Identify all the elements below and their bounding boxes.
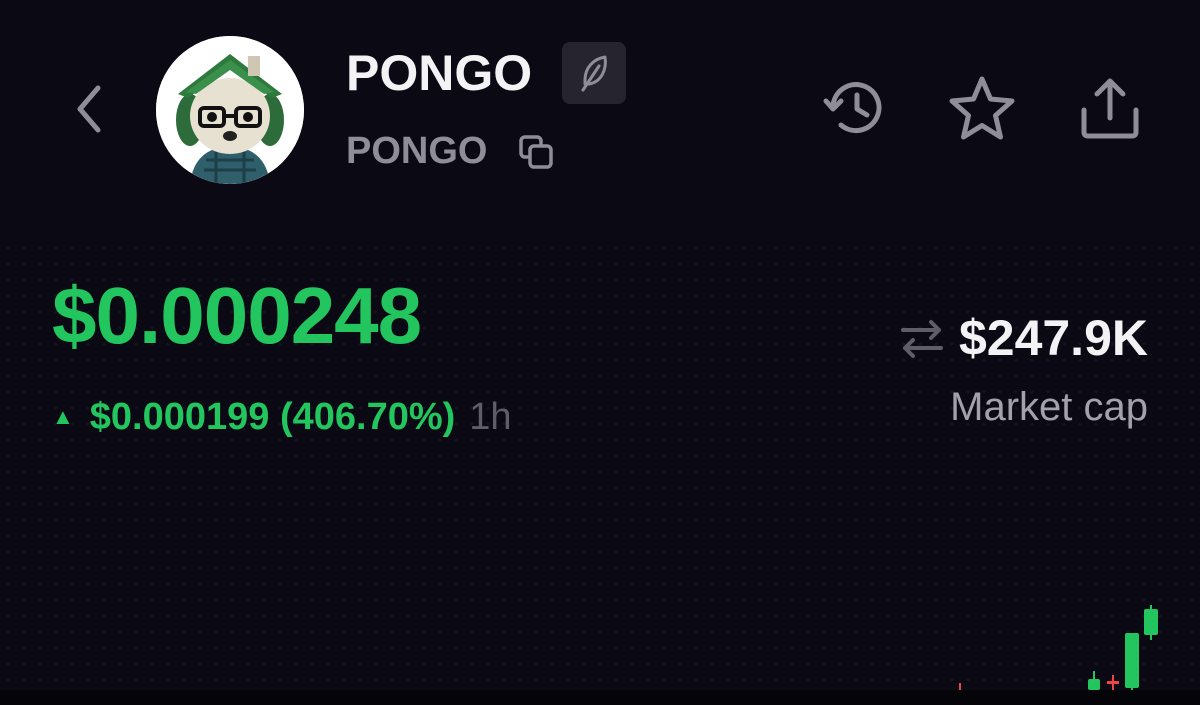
price-change: $0.000199 (406.70%) [89,395,456,438]
share-icon [1081,78,1139,139]
price-change-row: ▲ $0.000199 (406.70%) 1h [52,390,512,444]
change-period: 1h [469,395,512,438]
token-name: PONGO [346,45,533,101]
swap-toggle-button[interactable] [897,313,947,363]
copy-button[interactable] [514,130,558,174]
candle-body [1144,609,1158,635]
current-price: $0.000248 [52,271,422,360]
token-avatar [156,36,304,184]
market-cap-value: $247.9K [958,310,1148,366]
swap-arrows-icon [900,320,943,358]
bottom-edge [0,690,1200,705]
price-chart[interactable] [940,595,1200,690]
feather-icon [581,55,607,92]
market-cap: $247.9K [897,308,1148,368]
history-button[interactable] [820,72,892,144]
candle-body [1088,679,1100,690]
star-icon [949,76,1015,140]
token-ticker: PONGO [346,130,488,172]
candle-body [1107,681,1119,684]
copy-icon [519,135,553,169]
token-mascot-image [156,36,304,184]
favorite-button[interactable] [946,72,1018,144]
market-cap-label: Market cap [950,385,1148,429]
back-button[interactable] [66,82,112,136]
feather-badge[interactable] [562,42,626,104]
up-triangle-icon: ▲ [52,404,74,429]
candle-body [1125,633,1139,688]
chevron-left-icon [77,85,101,133]
share-button[interactable] [1074,72,1146,144]
history-icon [823,82,882,134]
